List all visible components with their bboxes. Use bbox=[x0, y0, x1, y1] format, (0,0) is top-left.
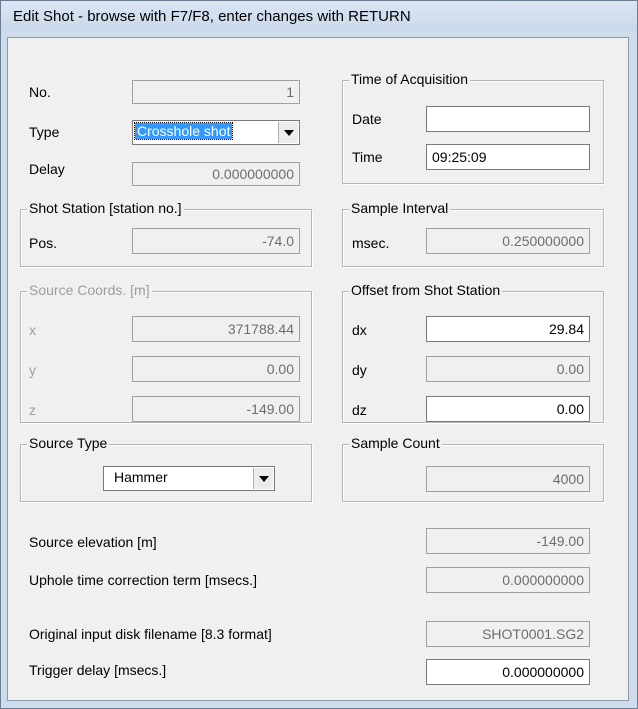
shot-station-title: Shot Station [station no.] bbox=[27, 200, 184, 216]
uphole-correction-field: 0.000000000 bbox=[426, 567, 590, 593]
date-input[interactable] bbox=[426, 106, 590, 132]
edit-shot-dialog: Edit Shot - browse with F7/F8, enter cha… bbox=[0, 0, 638, 709]
dialog-client-area: No. 1 Type Crosshole shot Delay 0.000000… bbox=[7, 37, 629, 701]
z-label: z bbox=[29, 402, 36, 418]
pos-label: Pos. bbox=[29, 235, 58, 251]
dx-input[interactable]: 29.84 bbox=[426, 316, 590, 342]
sample-interval-title: Sample Interval bbox=[349, 200, 451, 216]
source-elevation-label: Source elevation [m] bbox=[29, 534, 157, 550]
date-label: Date bbox=[352, 111, 382, 127]
source-type-dropdown-button[interactable] bbox=[253, 468, 273, 489]
window-title: Edit Shot - browse with F7/F8, enter cha… bbox=[13, 8, 411, 25]
source-elevation-field: -149.00 bbox=[426, 528, 590, 554]
dx-label: dx bbox=[352, 322, 367, 338]
original-filename-field: SHOT0001.SG2 bbox=[426, 621, 590, 647]
msec-label: msec. bbox=[352, 235, 390, 251]
type-label: Type bbox=[29, 124, 60, 140]
time-input[interactable]: 09:25:09 bbox=[426, 144, 590, 170]
time-of-acquisition-title: Time of Acquisition bbox=[349, 71, 470, 87]
y-field: 0.00 bbox=[132, 356, 300, 382]
chevron-down-icon bbox=[258, 475, 269, 482]
chevron-down-icon bbox=[283, 129, 294, 136]
dy-field: 0.00 bbox=[426, 356, 590, 382]
dz-label: dz bbox=[352, 402, 367, 418]
source-type-value: Hammer bbox=[114, 469, 168, 485]
sample-count-field: 4000 bbox=[426, 466, 590, 492]
type-select[interactable]: Crosshole shot bbox=[132, 120, 300, 145]
z-field: -149.00 bbox=[132, 396, 300, 422]
source-type-select[interactable]: Hammer bbox=[103, 466, 275, 491]
offset-title: Offset from Shot Station bbox=[349, 282, 503, 298]
dz-input[interactable]: 0.00 bbox=[426, 396, 590, 422]
uphole-correction-label: Uphole time correction term [msecs.] bbox=[29, 572, 257, 588]
pos-field: -74.0 bbox=[132, 228, 300, 254]
dy-label: dy bbox=[352, 362, 367, 378]
time-label: Time bbox=[352, 149, 383, 165]
trigger-delay-input[interactable]: 0.000000000 bbox=[426, 659, 590, 685]
x-field: 371788.44 bbox=[132, 316, 300, 342]
title-bar[interactable]: Edit Shot - browse with F7/F8, enter cha… bbox=[1, 1, 637, 31]
delay-field: 0.000000000 bbox=[132, 162, 300, 186]
sample-count-title: Sample Count bbox=[349, 435, 442, 451]
y-label: y bbox=[29, 362, 36, 378]
no-field: 1 bbox=[132, 80, 300, 104]
type-select-value: Crosshole shot bbox=[133, 122, 234, 140]
msec-field: 0.250000000 bbox=[426, 228, 590, 254]
trigger-delay-label: Trigger delay [msecs.] bbox=[29, 662, 167, 678]
delay-label: Delay bbox=[29, 161, 65, 177]
x-label: x bbox=[29, 322, 36, 338]
type-dropdown-button[interactable] bbox=[278, 122, 298, 143]
no-label: No. bbox=[29, 84, 51, 100]
original-filename-label: Original input disk filename [8.3 format… bbox=[29, 626, 272, 642]
source-coords-title: Source Coords. [m] bbox=[27, 282, 152, 298]
source-type-title: Source Type bbox=[27, 435, 110, 451]
